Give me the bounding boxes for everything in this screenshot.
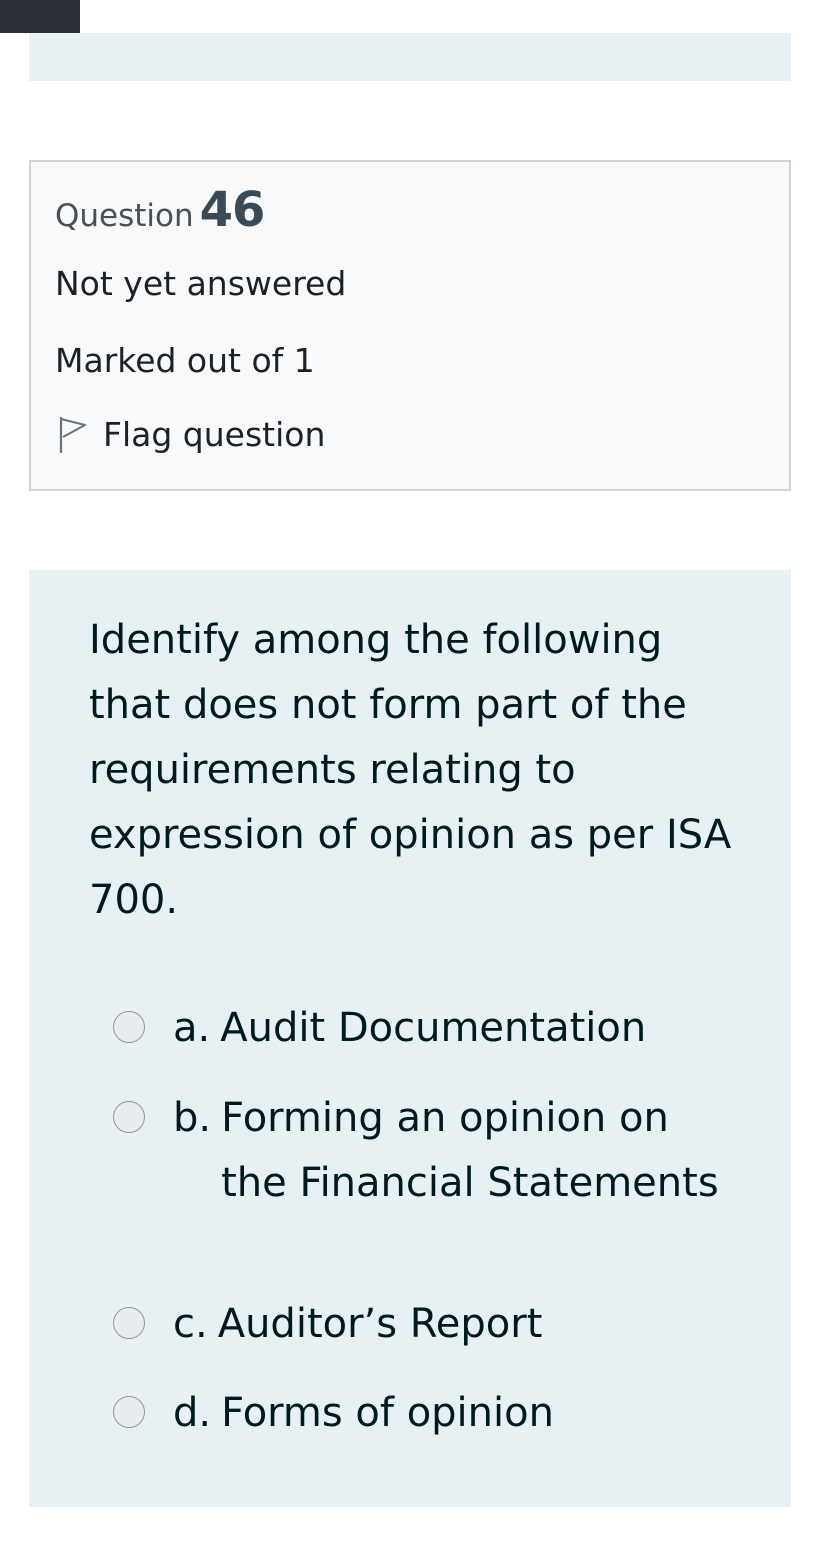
answer-option-b[interactable]: b. Forming an opinion on the Financial S… [113,1086,733,1216]
question-grade: Marked out of 1 [55,341,315,380]
answer-text: Auditor’s Report [217,1301,543,1347]
question-number: 46 [199,182,266,238]
answer-letter: a. [173,1005,211,1051]
answer-label: d. Forms of opinion [173,1381,733,1446]
answer-option-c[interactable]: c. Auditor’s Report [113,1292,733,1357]
flag-icon [59,416,86,454]
answer-label: a. Audit Documentation [173,996,733,1061]
answer-text: Audit Documentation [220,1005,647,1051]
question-info-box: Question 46 Not yet answered Marked out o… [29,160,791,491]
answer-letter: c. [173,1301,208,1347]
answer-text: Forming an opinion on the Financial Stat… [221,1095,719,1206]
answer-letter: b. [173,1095,212,1141]
question-label: Question [55,198,194,234]
radio-button[interactable] [113,1101,145,1133]
answer-letter: d. [173,1390,212,1436]
question-content-box: Identify among the following that does n… [29,570,791,1507]
flag-question-label: Flag question [103,414,326,454]
answer-text: Forms of opinion [221,1390,554,1436]
question-heading: Question 46 [55,182,266,238]
answer-label: c. Auditor’s Report [173,1292,733,1357]
quiz-page: Question 46 Not yet answered Marked out o… [0,0,820,1548]
radio-button[interactable] [113,1011,145,1043]
radio-button[interactable] [113,1307,145,1339]
question-text: Identify among the following that does n… [89,617,732,923]
question-state: Not yet answered [55,264,347,303]
flag-question-button[interactable]: Flag question [55,414,325,454]
previous-question-panel [29,33,791,81]
header-bar-fragment [0,0,80,33]
answer-option-a[interactable]: a. Audit Documentation [113,996,733,1061]
answer-label: b. Forming an opinion on the Financial S… [173,1086,733,1216]
answer-option-d[interactable]: d. Forms of opinion [113,1381,733,1446]
radio-button[interactable] [113,1396,145,1428]
